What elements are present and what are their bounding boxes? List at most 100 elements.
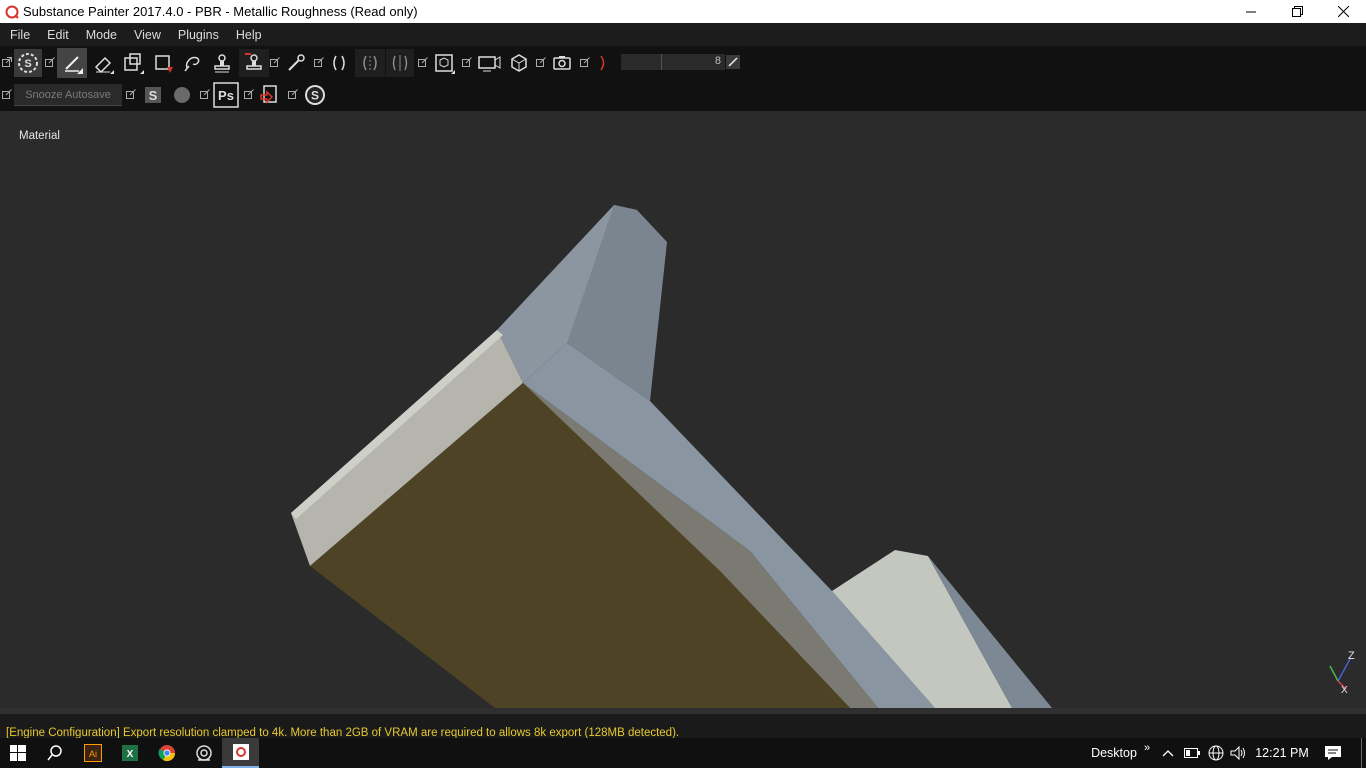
taskbar-substance-painter[interactable] (222, 738, 259, 768)
substance-logo-icon: S (18, 53, 38, 73)
svg-text:S: S (149, 88, 158, 103)
detach-toolbar-button[interactable] (2, 89, 12, 99)
substance-painter-icon (232, 744, 249, 760)
eraser-icon (94, 56, 114, 74)
spreadsheet-icon: X (121, 745, 138, 761)
smudge-tool[interactable] (178, 49, 206, 77)
window-title: Substance Painter 2017.4.0 - PBR - Metal… (23, 4, 418, 19)
desktop-label: Desktop (1091, 746, 1137, 760)
monitor-camera-icon (478, 56, 501, 72)
camera-icon (553, 56, 571, 70)
material-sphere-button[interactable] (170, 82, 194, 108)
menu-help[interactable]: Help (229, 28, 269, 42)
detach-toolbar-button[interactable] (288, 89, 298, 99)
detach-toolbar-button[interactable] (270, 57, 280, 67)
chrome-icon (158, 745, 175, 762)
3d-view-button[interactable] (505, 49, 533, 77)
edit-value-button[interactable] (726, 55, 740, 69)
photoshop-icon: Ps (213, 82, 239, 108)
mirror-icon (392, 55, 408, 71)
start-button[interactable] (0, 738, 36, 768)
detach-toolbar-button[interactable] (45, 57, 55, 67)
illustrator-icon: Ai (83, 744, 102, 762)
taskbar-app[interactable] (185, 738, 222, 768)
brush-size-slider[interactable]: 8 (621, 54, 725, 70)
minimize-icon (1246, 11, 1256, 12)
taskbar-excel[interactable]: X (111, 738, 148, 768)
eraser-tool[interactable] (89, 49, 117, 77)
tools-toolbar: S 8 (0, 46, 1366, 79)
material-picker-tool[interactable] (239, 49, 269, 77)
slider-divider (661, 54, 662, 70)
menu-view[interactable]: View (127, 28, 168, 42)
projection-tool[interactable] (119, 49, 147, 77)
windows-logo-icon (10, 745, 26, 761)
symmetry-right-toggle[interactable] (594, 49, 614, 77)
detach-toolbar-button[interactable] (126, 89, 136, 99)
restore-button[interactable] (1274, 0, 1320, 23)
detach-toolbar-button[interactable] (314, 57, 324, 67)
snooze-autosave-button[interactable]: Snooze Autosave (14, 84, 122, 106)
headset-icon (195, 745, 212, 761)
menu-edit[interactable]: Edit (40, 28, 76, 42)
battery-icon (1184, 748, 1200, 758)
3d-viewport[interactable]: Material Z X (0, 111, 1366, 708)
photoshop-export-button[interactable]: Ps (212, 81, 240, 109)
substance-source-button[interactable]: S (301, 81, 329, 109)
resource-updater-icon (260, 85, 277, 104)
action-center-button[interactable] (1318, 738, 1348, 768)
desktop-toolbar[interactable]: Desktop (1086, 738, 1142, 768)
taskbar-chrome[interactable] (148, 738, 185, 768)
clone-tool[interactable] (208, 49, 236, 77)
symmetry-mirror-toggle[interactable] (386, 49, 414, 77)
show-hidden-icons-button[interactable] (1158, 738, 1178, 768)
menu-plugins[interactable]: Plugins (171, 28, 226, 42)
symmetry-icon (333, 55, 345, 71)
title-bar: Substance Painter 2017.4.0 - PBR - Metal… (0, 0, 1366, 23)
chevron-up-icon (1162, 750, 1174, 757)
clone-stamp-icon (214, 54, 230, 73)
detach-toolbar-button[interactable] (244, 89, 254, 99)
taskbar-illustrator[interactable]: Ai (74, 738, 111, 768)
clock[interactable]: 12:21 PM (1252, 738, 1312, 768)
substance-source-icon: S (305, 85, 325, 105)
polygon-fill-tool[interactable] (149, 49, 177, 77)
popout-icon (462, 57, 472, 67)
menu-bar: File Edit Mode View Plugins Help (0, 23, 1366, 46)
symmetry-x-toggle[interactable] (355, 49, 385, 77)
volume-indicator[interactable] (1228, 738, 1250, 768)
show-desktop-button[interactable] (1361, 738, 1366, 768)
screenshot-button[interactable] (548, 49, 576, 77)
substance-share-button[interactable]: S (140, 82, 166, 108)
detach-toolbar-button[interactable] (536, 57, 546, 67)
minimize-button[interactable] (1228, 0, 1274, 23)
display-mode-button[interactable] (474, 49, 504, 77)
toolbar-overflow-button[interactable]: » (1141, 738, 1153, 768)
overflow-chevrons: » (1143, 742, 1151, 754)
detach-toolbar-button[interactable] (462, 57, 472, 67)
polygon-fill-icon (155, 55, 173, 73)
svg-text:Ps: Ps (218, 88, 234, 103)
paint-brush-tool[interactable] (57, 48, 87, 78)
search-icon (47, 745, 62, 761)
menu-mode[interactable]: Mode (79, 28, 124, 42)
battery-indicator[interactable] (1181, 738, 1203, 768)
popout-icon (2, 57, 12, 67)
menu-file[interactable]: File (3, 28, 37, 42)
popout-icon (418, 57, 428, 67)
detach-toolbar-button[interactable] (2, 57, 12, 67)
substance-menu-button[interactable]: S (14, 49, 42, 77)
symmetry-toggle[interactable] (326, 49, 352, 77)
search-button[interactable] (36, 738, 74, 768)
detach-toolbar-button[interactable] (580, 57, 590, 67)
globe-network-icon (1208, 745, 1224, 761)
network-indicator[interactable] (1205, 738, 1227, 768)
axis-x-label: X (1341, 685, 1348, 696)
resource-updater-button[interactable] (256, 81, 284, 109)
close-button[interactable] (1320, 0, 1366, 23)
color-picker-tool[interactable] (282, 49, 310, 77)
camera-view-button[interactable] (430, 49, 458, 77)
speaker-icon (1230, 745, 1245, 761)
detach-toolbar-button[interactable] (200, 89, 210, 99)
detach-toolbar-button[interactable] (418, 57, 428, 67)
